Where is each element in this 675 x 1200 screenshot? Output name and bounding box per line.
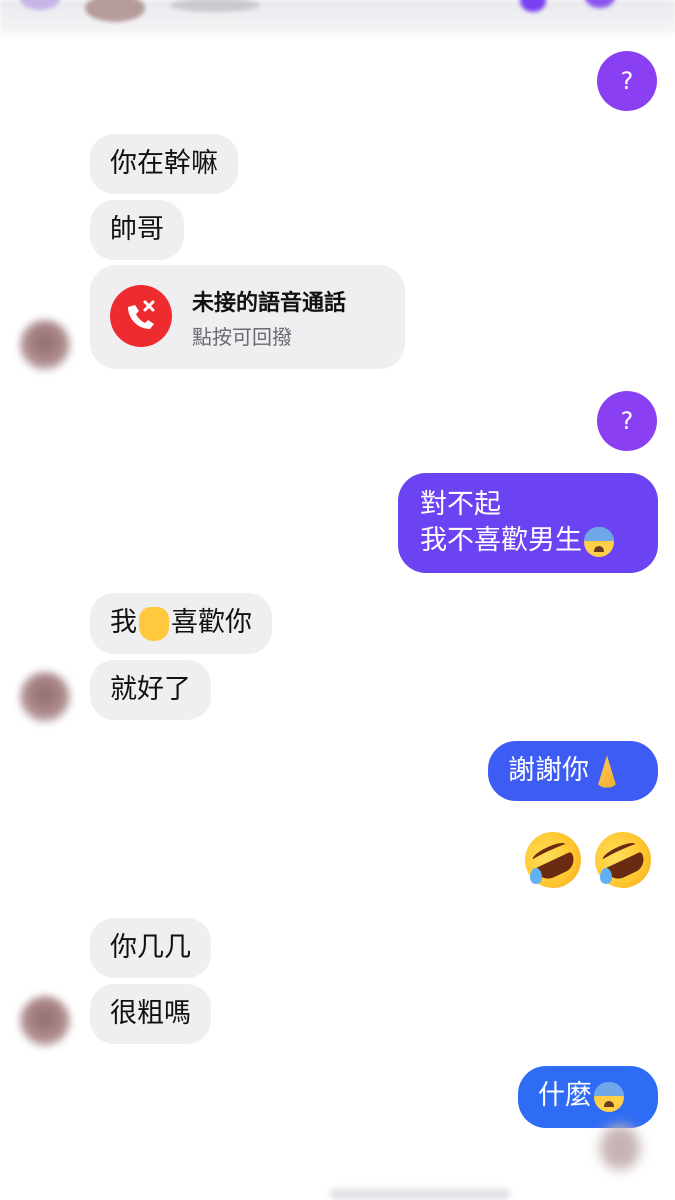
message-text: 就好了: [110, 674, 191, 705]
anxious-face-emoji-icon: [584, 526, 614, 557]
message-text-after: 喜歡你: [171, 607, 252, 638]
incoming-message[interactable]: 你几几: [90, 918, 211, 978]
anxious-face-emoji-icon: [594, 1081, 624, 1112]
rolling-on-floor-laughing-emoji-icon[interactable]: [515, 822, 591, 898]
message-line-1: 對不起: [420, 489, 501, 520]
seen-avatar-blurred: [600, 1125, 640, 1170]
message-text: 謝謝你: [508, 755, 589, 786]
message-text: 你在幹嘛: [110, 148, 218, 179]
rolling-on-floor-laughing-emoji-icon[interactable]: [585, 822, 661, 898]
outgoing-message[interactable]: 什麼: [518, 1066, 658, 1128]
tear-drop-icon: [530, 868, 542, 884]
incoming-message[interactable]: 很粗嗎: [90, 984, 211, 1044]
missed-call-card[interactable]: 未接的語音通話 點按可回撥: [90, 265, 405, 369]
folded-hands-emoji-icon: [597, 755, 617, 788]
contact-avatar[interactable]: [20, 996, 70, 1046]
incoming-message[interactable]: 我 喜歡你: [90, 593, 272, 654]
message-text-before: 我: [110, 607, 137, 638]
incoming-message[interactable]: 就好了: [90, 660, 211, 720]
incoming-message[interactable]: 你在幹嘛: [90, 134, 238, 194]
incoming-message[interactable]: 帥哥: [90, 200, 184, 260]
contact-avatar[interactable]: [20, 672, 70, 722]
question-mark-bubble[interactable]: ?: [597, 51, 657, 111]
missed-call-title: 未接的語音通話: [192, 291, 347, 316]
message-text: 你几几: [110, 932, 191, 963]
missed-call-icon: [110, 285, 172, 347]
message-text: 很粗嗎: [110, 998, 191, 1029]
tear-drop-icon: [600, 868, 612, 884]
outgoing-message[interactable]: 謝謝你: [488, 741, 658, 801]
chat-header-blurred: [0, 0, 675, 34]
message-line-2-wrap: 我不喜歡男生: [420, 523, 636, 559]
composer-blurred: [330, 1188, 510, 1200]
question-mark-bubble[interactable]: ?: [597, 391, 657, 451]
message-line-2: 我不喜歡男生: [420, 525, 582, 556]
raised-hand-emoji-icon: [139, 606, 169, 641]
question-mark-text: ?: [620, 407, 634, 435]
missed-call-subtitle: 點按可回撥: [192, 325, 292, 349]
contact-avatar[interactable]: [20, 320, 70, 370]
message-text: 帥哥: [110, 214, 164, 245]
outgoing-message[interactable]: 對不起 我不喜歡男生: [398, 473, 658, 573]
question-mark-text: ?: [620, 67, 634, 95]
message-text: 什麼: [538, 1080, 592, 1111]
